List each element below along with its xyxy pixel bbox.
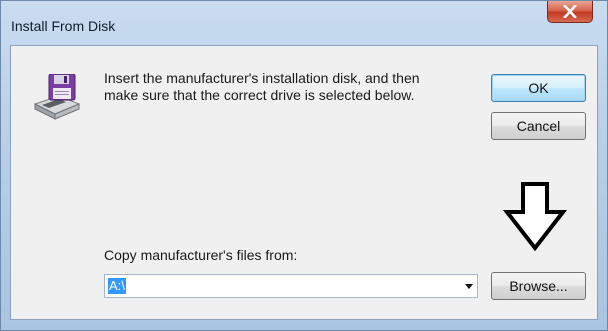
arrow-down-icon xyxy=(503,182,567,252)
ok-button[interactable]: OK xyxy=(491,74,586,102)
instruction-text: Insert the manufacturer's installation d… xyxy=(104,70,420,103)
title-bar: Install From Disk xyxy=(1,1,607,45)
close-button[interactable] xyxy=(547,1,593,23)
floppy-disk-drive-icon xyxy=(33,74,81,120)
close-icon xyxy=(563,5,577,18)
chevron-down-icon[interactable] xyxy=(465,284,473,289)
install-from-disk-dialog: Install From Disk Insert the manufacture… xyxy=(0,0,608,331)
browse-button[interactable]: Browse... xyxy=(491,272,586,300)
copy-files-from-value[interactable]: A:\ xyxy=(108,278,126,294)
window-title: Install From Disk xyxy=(11,18,116,34)
dialog-body: Insert the manufacturer's installation d… xyxy=(10,45,598,320)
cancel-button[interactable]: Cancel xyxy=(491,112,586,140)
copy-files-from-combobox[interactable]: A:\ xyxy=(104,274,478,298)
copy-files-from-label: Copy manufacturer's files from: xyxy=(104,247,298,263)
